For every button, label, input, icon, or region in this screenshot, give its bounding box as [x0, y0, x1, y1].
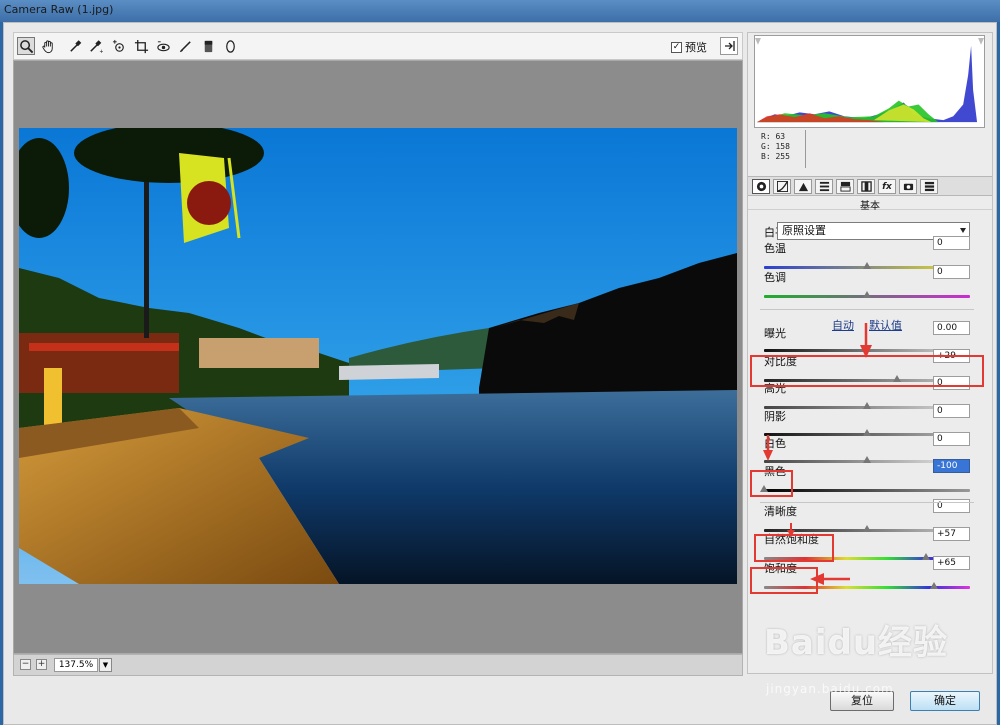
divider-2	[760, 502, 974, 503]
watermark-logo: Baidu经验	[764, 623, 949, 663]
crop-icon[interactable]	[132, 37, 150, 55]
zoom-dropdown[interactable]: ▼	[99, 658, 112, 672]
effects-tab-icon[interactable]: fx	[878, 179, 896, 194]
slider-thumb-tint[interactable]	[863, 291, 871, 298]
adjustment-brush-icon[interactable]	[176, 37, 194, 55]
lens-corrections-tab-icon[interactable]	[857, 179, 875, 194]
slider-value-saturation[interactable]: +65	[933, 556, 970, 570]
slider-thumb-temperature[interactable]	[863, 262, 871, 269]
arrow-down-icon	[787, 523, 795, 537]
preview-checkbox[interactable]: ✓	[671, 41, 682, 53]
slider-value-vibrance[interactable]: +57	[933, 527, 970, 541]
slider-track-blacks[interactable]	[764, 489, 970, 492]
camera-calibration-tab-icon[interactable]	[899, 179, 917, 194]
readout-g: G: 158	[761, 142, 790, 151]
section-title: 基本	[748, 197, 992, 212]
ok-button[interactable]: 确定	[910, 691, 980, 711]
hsl-tab-icon[interactable]	[815, 179, 833, 194]
photo-preview	[19, 128, 737, 584]
zoom-level[interactable]: 137.5%	[54, 658, 98, 672]
slider-value-whites[interactable]: 0	[933, 432, 970, 446]
histogram	[754, 35, 985, 128]
eyedropper-icon[interactable]	[66, 37, 84, 55]
slider-label-exposure: 曝光	[764, 327, 786, 340]
radial-filter-icon[interactable]	[221, 37, 239, 55]
readout-r: R: 63	[761, 132, 786, 141]
hand-tool-icon[interactable]	[39, 37, 57, 55]
preview-toggle[interactable]: ✓ 预览	[671, 39, 707, 55]
slider-value-temperature[interactable]: 0	[933, 236, 970, 250]
color-sampler-icon[interactable]: +	[86, 37, 104, 55]
fullscreen-button[interactable]	[720, 37, 738, 55]
highlight-box-contrast	[750, 355, 984, 387]
highlight-box-blacks	[750, 470, 793, 497]
slider-thumb-whites[interactable]	[863, 456, 871, 463]
highlight-box-vibrance	[754, 534, 834, 562]
slider-label-shadows: 阴影	[764, 410, 786, 423]
slider-value-shadows[interactable]: 0	[933, 404, 970, 418]
preview-canvas[interactable]	[13, 60, 743, 654]
detail-tab-icon[interactable]	[794, 179, 812, 194]
arrow-down-icon	[763, 435, 773, 461]
tone-curve-tab-icon[interactable]	[773, 179, 791, 194]
red-eye-icon[interactable]	[154, 37, 172, 55]
slider-thumb-highlights[interactable]	[863, 402, 871, 409]
svg-text:+: +	[99, 49, 103, 54]
arrow-down-icon	[860, 323, 872, 358]
graduated-filter-icon[interactable]	[199, 37, 217, 55]
zoom-in-button[interactable]: +	[36, 659, 47, 670]
panel-tabs: fx	[748, 176, 992, 196]
window-title: Camera Raw (1.jpg)	[4, 3, 114, 16]
status-bar: − + 137.5% ▼	[13, 654, 743, 676]
toolbar: + ✓ 预览	[13, 32, 743, 60]
slider-label-tint: 色调	[764, 271, 786, 284]
divider-1	[760, 309, 974, 310]
slider-thumb-saturation[interactable]	[929, 582, 938, 589]
readout-b: B: 255	[761, 152, 790, 161]
slider-value-blacks[interactable]: -100	[933, 459, 970, 473]
targeted-adjustment-icon[interactable]	[110, 37, 128, 55]
basic-tab-icon[interactable]	[752, 179, 770, 194]
slider-label-temperature: 色温	[764, 242, 786, 255]
slider-thumb-shadows[interactable]	[863, 429, 871, 436]
preview-label: 预览	[685, 41, 707, 54]
slider-value-exposure[interactable]: 0.00	[933, 321, 970, 335]
expand-icon	[725, 41, 735, 51]
rgb-readout: R: 63 G: 158 B: 255	[761, 132, 790, 162]
watermark-url: jingyan.baidu.com	[766, 682, 894, 696]
chevron-down-icon	[960, 228, 966, 233]
white-balance-value: 原照设置	[782, 224, 826, 237]
readout-divider	[805, 130, 806, 168]
split-toning-tab-icon[interactable]	[836, 179, 854, 194]
highlight-box-saturation	[750, 567, 818, 594]
shadow-clipping-icon	[755, 37, 761, 45]
slider-thumb-clarity[interactable]	[863, 525, 871, 532]
slider-value-tint[interactable]: 0	[933, 265, 970, 279]
title-bar: Camera Raw (1.jpg)	[0, 0, 1000, 22]
adjustment-panel: R: 63 G: 158 B: 255 fx 基本 白平衡: 原照设置 色温0色…	[747, 32, 993, 674]
zoom-tool-icon[interactable]	[17, 37, 35, 55]
arrow-left-icon	[810, 573, 850, 585]
auto-link[interactable]: 自动	[832, 317, 854, 333]
slider-thumb-vibrance[interactable]	[921, 553, 930, 560]
zoom-out-button[interactable]: −	[20, 659, 31, 670]
slider-label-clarity: 清晰度	[764, 505, 797, 518]
highlight-clipping-icon	[978, 37, 984, 45]
presets-tab-icon[interactable]	[920, 179, 938, 194]
